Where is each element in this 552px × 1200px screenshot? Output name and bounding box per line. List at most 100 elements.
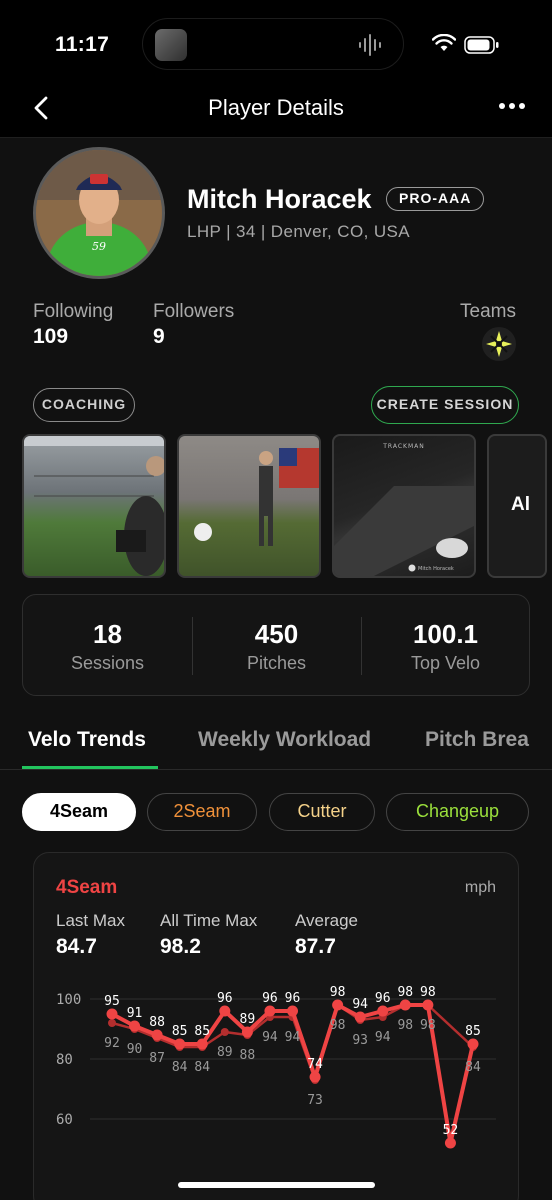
followers-count[interactable]: 9 <box>153 325 165 349</box>
level-badge: PRO-AAA <box>386 187 485 211</box>
wifi-icon <box>432 34 456 51</box>
avatar-photo: 59 <box>36 150 162 276</box>
avg-data-label: 98 <box>330 1018 346 1033</box>
pitch-chip-4seam[interactable]: 4Seam <box>22 793 136 831</box>
max-series-point <box>264 1005 276 1017</box>
pitch-chip-cutter[interactable]: Cutter <box>269 793 375 831</box>
max-series-point <box>106 1008 118 1020</box>
media-overlay-text: Al <box>511 494 530 515</box>
dynamic-island[interactable] <box>142 18 404 70</box>
team-logo-icon[interactable] <box>482 327 516 361</box>
y-tick-label: 100 <box>56 992 81 1008</box>
more-options-icon[interactable] <box>498 100 526 112</box>
player-avatar[interactable]: 59 <box>33 147 165 279</box>
player-name: Mitch Horacek <box>187 184 372 214</box>
y-tick-label: 80 <box>56 1052 73 1068</box>
pitches-label: Pitches <box>246 653 307 673</box>
max-data-label: 91 <box>127 1006 143 1021</box>
max-series-point <box>287 1005 298 1017</box>
tab-bar: Velo Trends Weekly Workload Pitch Brea <box>0 722 552 770</box>
avg-data-label: 98 <box>397 1018 413 1033</box>
pitch-chip-changeup[interactable]: Changeup <box>386 793 529 831</box>
max-series-line <box>111 1003 475 1145</box>
avg-data-label: 98 <box>420 1018 436 1033</box>
avg-data-label: 92 <box>104 1036 120 1051</box>
status-bar: 11:17 <box>0 0 552 88</box>
media-thumbnail[interactable] <box>177 434 321 578</box>
avg-data-label: 73 <box>307 1093 323 1108</box>
home-indicator[interactable] <box>178 1182 375 1188</box>
avg-data-label: 94 <box>285 1030 301 1045</box>
audio-wave-icon <box>359 34 381 56</box>
media-thumbnail[interactable]: TRACKMAN Mitch Horacek <box>332 434 476 578</box>
player-meta: LHP | 34 | Denver, CO, USA <box>187 222 411 241</box>
media-photo <box>194 448 319 546</box>
max-series-point <box>467 1038 479 1050</box>
following-count[interactable]: 109 <box>33 325 68 349</box>
max-series-point <box>444 1137 456 1149</box>
media-thumbnail[interactable]: Al <box>487 434 547 578</box>
top-velo-label: Top Velo <box>410 653 481 673</box>
media-photo <box>24 436 164 576</box>
media-user-caption: Mitch Horacek <box>418 566 454 572</box>
battery-icon <box>464 36 499 54</box>
max-data-label: 88 <box>149 1015 165 1030</box>
max-series-point <box>196 1038 208 1050</box>
avg-data-label: 88 <box>240 1048 256 1063</box>
sessions-stat: 18 Sessions <box>23 595 192 695</box>
sessions-label: Sessions <box>70 653 145 673</box>
max-data-label: 96 <box>375 991 391 1006</box>
avg-series-point <box>220 1028 229 1036</box>
tab-velo-trends[interactable]: Velo Trends <box>28 728 146 752</box>
avg-series-point <box>108 1019 116 1027</box>
max-series-point <box>129 1020 141 1032</box>
max-data-label: 98 <box>420 985 436 1000</box>
max-series-point <box>399 999 411 1011</box>
teams-label: Teams <box>460 301 516 322</box>
status-time: 11:17 <box>55 33 110 56</box>
max-series-point <box>377 1005 389 1017</box>
max-data-label: 85 <box>194 1024 210 1039</box>
max-series-point <box>354 1011 366 1023</box>
max-data-label: 52 <box>443 1123 459 1138</box>
avg-data-label: 87 <box>149 1051 165 1066</box>
avg-data-label: 84 <box>172 1060 188 1075</box>
avg-data-label: 94 <box>375 1030 391 1045</box>
pitches-value: 450 <box>254 619 299 649</box>
max-series-point <box>422 999 434 1011</box>
svg-text:59: 59 <box>92 240 106 253</box>
max-data-label: 94 <box>352 997 368 1012</box>
max-data-label: 96 <box>285 991 301 1006</box>
max-data-label: 95 <box>104 994 120 1009</box>
avg-data-label: 90 <box>127 1042 143 1057</box>
max-series-point <box>219 1005 231 1017</box>
nav-bar: Player Details <box>0 88 552 138</box>
now-playing-thumbnail <box>155 29 187 61</box>
create-session-button[interactable]: CREATE SESSION <box>371 386 519 424</box>
max-data-label: 85 <box>172 1024 188 1039</box>
top-velo-value: 100.1 <box>412 619 479 649</box>
followers-label[interactable]: Followers <box>153 301 234 323</box>
avg-data-label: 84 <box>194 1060 210 1075</box>
active-tab-indicator <box>22 766 158 769</box>
following-label[interactable]: Following <box>33 301 113 323</box>
max-data-label: 96 <box>217 991 233 1006</box>
max-data-label: 98 <box>330 985 346 1000</box>
media-thumbnail[interactable] <box>22 434 166 578</box>
avg-data-label: 94 <box>262 1030 278 1045</box>
pitch-chip-2seam[interactable]: 2Seam <box>147 793 257 831</box>
tab-weekly-workload[interactable]: Weekly Workload <box>198 728 371 752</box>
coaching-button[interactable]: COACHING <box>33 388 135 422</box>
velo-trend-card: 4Seam mph Last Max 84.7 All Time Max 98.… <box>33 852 519 1200</box>
tab-pitch-breaks[interactable]: Pitch Brea <box>425 728 529 752</box>
avg-data-label: 89 <box>217 1045 233 1060</box>
velo-line-chart: 100 80 60 95 91 88 85 85 96 89 96 96 74 98 94 96 98 98 52 8… <box>56 985 496 1149</box>
top-velo-stat: 100.1 Top Velo <box>361 595 530 695</box>
avg-data-label: 84 <box>465 1060 481 1075</box>
avg-data-label: 93 <box>352 1033 368 1048</box>
pitches-stat: 450 Pitches <box>192 595 361 695</box>
max-data-label: 98 <box>397 985 413 1000</box>
max-series-point <box>151 1029 163 1041</box>
media-photo: TRACKMAN Mitch Horacek <box>334 443 474 576</box>
max-data-label: 74 <box>307 1057 323 1072</box>
